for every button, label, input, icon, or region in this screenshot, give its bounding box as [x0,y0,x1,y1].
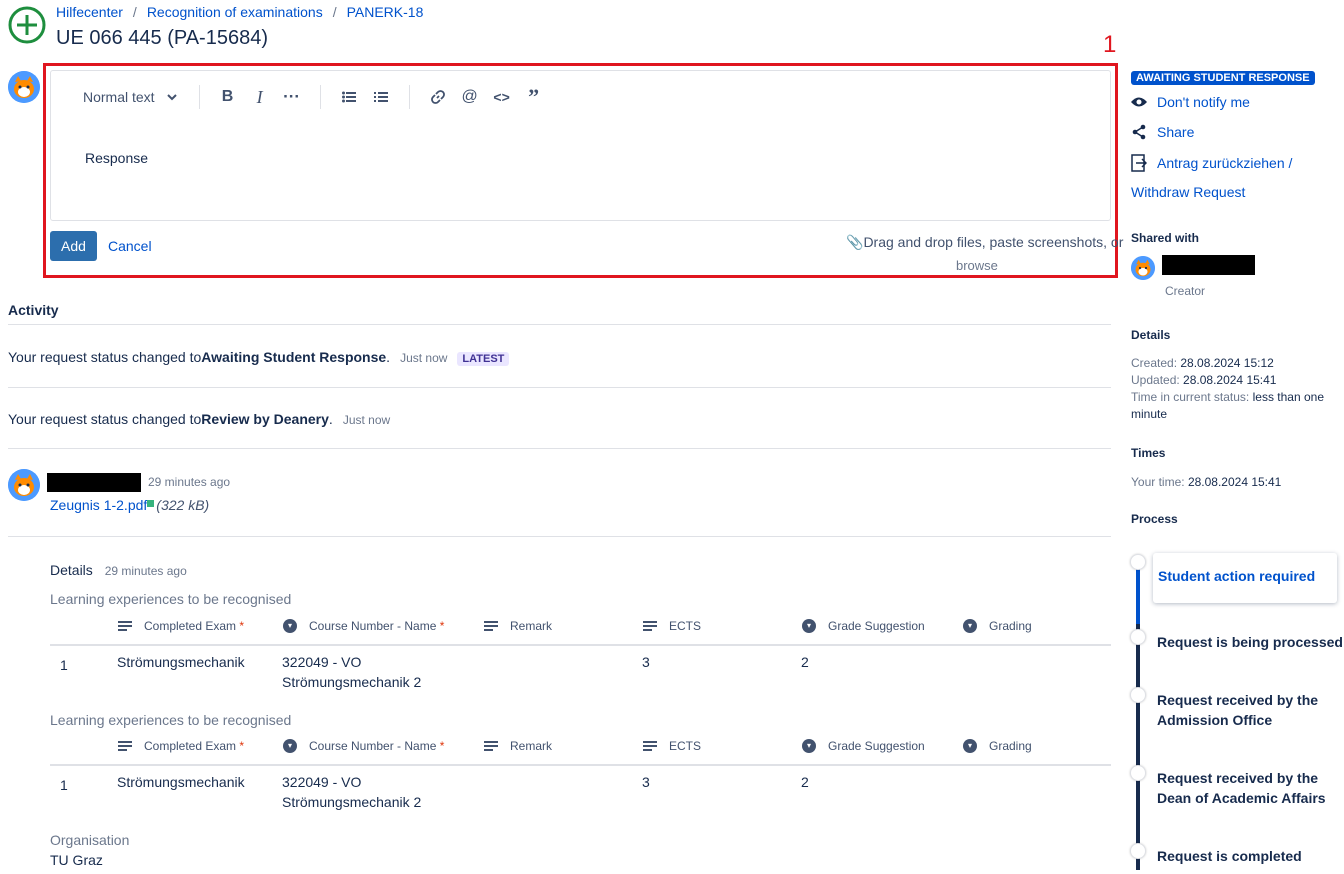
comment-editor[interactable]: Normal text B I ··· @ <> ” Response [50,70,1111,221]
numbered-list-icon [373,92,388,102]
organisation-label: Organisation [50,832,130,848]
timeline-dot [1130,629,1146,645]
times-heading: Times [1131,446,1166,460]
cat-avatar-icon [8,469,40,501]
table-header: Completed Exam * ▾ Course Number - Name *… [50,728,1111,764]
share-button[interactable]: Share [1131,124,1194,140]
text-field-icon [118,741,132,751]
add-button[interactable]: Add [50,231,97,261]
activity-item: Your request status changed to Awaiting … [8,349,510,366]
redacted-name [47,473,141,492]
numbered-list-button[interactable] [365,81,397,113]
eye-icon [1131,97,1147,107]
withdraw-icon [1131,154,1147,172]
organisation-value: TU Graz [50,852,103,868]
italic-icon: I [256,86,263,107]
text-field-icon [643,741,657,751]
more-icon: ··· [283,87,301,106]
section-heading: Learning experiences to be recognised [50,591,292,607]
table-row: 1 Strömungsmechanik 322049 - VO Strömungs… [60,774,809,810]
italic-button[interactable]: I [244,81,276,113]
browse-link[interactable]: browse [956,258,998,273]
chevron-down-icon [166,94,177,101]
process-step: Request received by the Dean of Academic… [1157,770,1326,806]
breadcrumb-hilfecenter[interactable]: Hilfecenter [56,4,123,20]
process-step: Request received by the Admission Office [1157,692,1319,728]
code-button[interactable]: <> [486,81,518,113]
paperclip-icon: 📎 [846,234,864,250]
cat-avatar-icon [1131,256,1155,280]
status-badge[interactable]: AWAITING STUDENT RESPONSE [1131,71,1315,85]
attachment: Zeugnis 1-2.pdf (322 kB) [50,497,210,513]
bullet-list-button[interactable] [333,81,365,113]
activity-item: Your request status changed to Review by… [8,411,391,427]
text-field-icon [484,741,498,751]
avatar [1131,256,1155,280]
your-time: Your time: 28.08.2024 15:41 [1131,475,1282,489]
quote-button[interactable]: ” [518,81,550,113]
select-field-icon: ▾ [283,619,297,633]
timeline-dot [1130,765,1146,781]
bullet-list-icon [341,91,356,103]
process-step-current[interactable]: Student action required [1158,566,1315,586]
process-heading: Process [1131,512,1178,526]
annotation-label: 1 [1103,31,1117,58]
table-row: 1 Strömungsmechanik 322049 - VO Strömungs… [60,654,809,690]
details-info: Created: 28.08.2024 15:12 Updated: 28.08… [1131,356,1324,421]
file-pdf-icon [147,500,155,507]
withdraw-request-link[interactable]: Withdraw Request [1131,184,1245,200]
select-field-icon: ▾ [802,619,816,633]
withdraw-request-button[interactable]: Antrag zurückziehen / [1131,154,1292,172]
notify-toggle[interactable]: Don't notify me [1131,94,1250,110]
more-formatting-button[interactable]: ··· [276,81,308,113]
select-field-icon: ▾ [283,739,297,753]
text-field-icon [118,621,132,631]
activity-heading: Activity [8,302,59,318]
share-icon [1132,124,1146,140]
creator-label: Creator [1165,284,1206,298]
table-header: Completed Exam * ▾ Course Number - Name *… [50,608,1111,644]
latest-badge: LATEST [457,352,510,366]
select-field-icon: ▾ [963,619,977,633]
details-side-heading: Details [1131,328,1171,342]
drag-drop-hint: 📎Drag and drop files, paste screenshots,… [846,234,1124,250]
bold-icon: B [221,88,234,105]
breadcrumb: Hilfecenter / Recognition of examination… [56,4,424,20]
quote-icon: ” [528,84,540,109]
page-title: UE 066 445 (PA-15684) [56,27,268,49]
timeline-dot [1130,554,1146,570]
attachment-time: 29 minutes ago [148,475,231,489]
at-icon: @ [461,88,478,105]
section-heading: Learning experiences to be recognised [50,712,292,728]
link-icon [430,90,445,104]
select-field-icon: ▾ [963,739,977,753]
editor-text[interactable]: Response [85,150,148,166]
avatar [8,71,40,103]
add-circle-logo-icon [8,6,46,44]
text-field-icon [484,621,498,631]
shared-with-heading: Shared with [1131,231,1200,245]
breadcrumb-recognition[interactable]: Recognition of examinations [147,4,323,20]
editor-toolbar: Normal text B I ··· @ <> ” [51,81,550,113]
breadcrumb-project[interactable]: PANERK-18 [347,4,424,20]
avatar [8,469,40,501]
link-button[interactable] [422,81,454,113]
select-field-icon: ▾ [802,739,816,753]
cat-avatar-icon [8,71,40,103]
process-step: Request is being processed [1157,634,1343,650]
bold-button[interactable]: B [212,81,244,113]
text-format-select[interactable]: Normal text [83,89,177,105]
text-field-icon [643,621,657,631]
details-heading: Details 29 minutes ago [50,562,187,578]
mention-button[interactable]: @ [454,81,486,113]
timeline-dot [1130,843,1146,859]
timeline-dot [1130,687,1146,703]
cancel-button[interactable]: Cancel [108,238,152,254]
code-icon: <> [493,89,510,105]
redacted-name [1162,255,1255,275]
attachment-link[interactable]: Zeugnis 1-2.pdf [50,497,147,513]
process-step: Request is completed [1157,848,1302,864]
